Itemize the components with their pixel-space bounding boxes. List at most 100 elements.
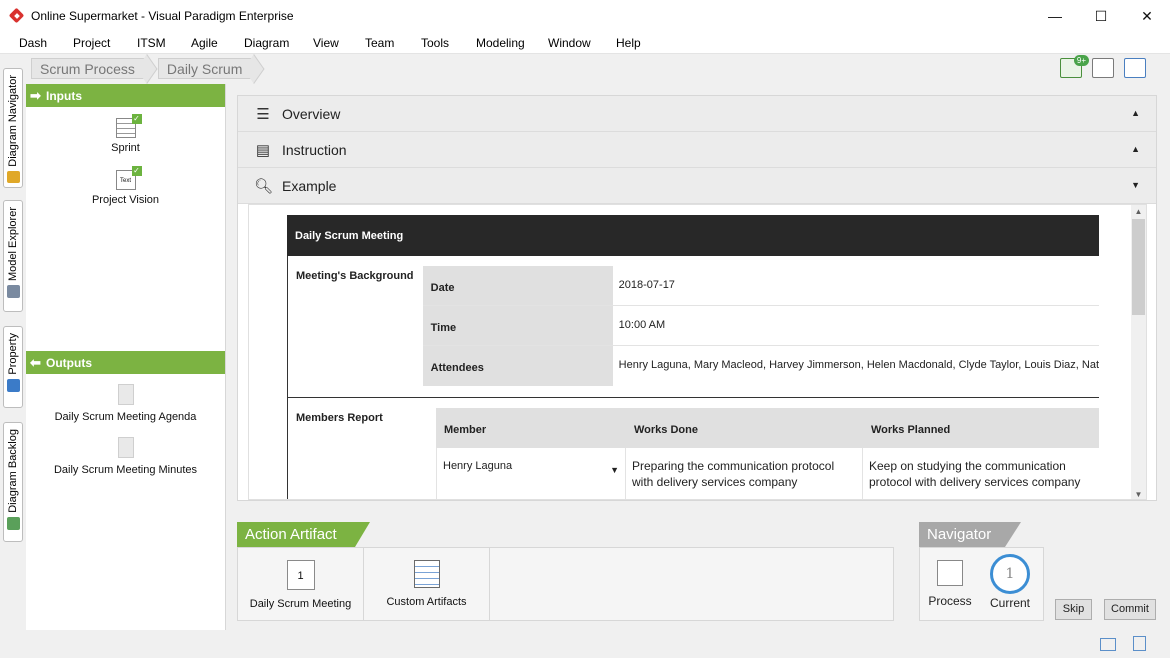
collapse-caret-icon[interactable]: ▲ [1131,108,1140,118]
mail-icon[interactable] [1100,638,1116,651]
input-project-vision[interactable]: Text ✓ Project Vision [26,166,225,206]
main-content: ☰ Overview ▲ ▤ Instruction ▲ 🔍︎ Example … [237,95,1157,501]
menu-modeling[interactable]: Modeling [476,36,525,50]
menu-itsm[interactable]: ITSM [137,36,166,50]
col-works-planned: Works Planned [871,424,951,436]
commit-button[interactable]: Commit [1104,599,1156,620]
background-label: Meeting's Background [296,270,414,282]
table-icon: ✓ [115,114,142,138]
process-label: Process [928,594,972,608]
scrollbar-thumb[interactable] [1132,219,1145,315]
instruction-icon: ▤ [255,141,271,159]
instruction-section[interactable]: ▤ Instruction ▲ [238,132,1156,168]
process-icon [937,560,963,586]
custom-artifacts-icon [413,560,440,588]
skip-button[interactable]: Skip [1055,599,1092,620]
scroll-up-icon[interactable]: ▲ [1131,207,1146,216]
tab-label: Diagram Backlog [7,429,19,513]
outputs-header: ⬅ Outputs [26,351,225,374]
section-label: Example [282,177,337,194]
scroll-down-icon[interactable]: ▼ [1131,490,1146,499]
date-key: Date [422,266,613,305]
col-works-done: Works Done [634,424,698,436]
document-icon [117,384,134,405]
text-doc-icon: Text ✓ [115,166,142,190]
members-label: Members Report [296,412,383,424]
col-member: Member [444,424,487,436]
megaphone-icon[interactable]: 9+ [1060,55,1089,78]
output-meeting-minutes[interactable]: Daily Scrum Meeting Minutes [26,437,225,476]
edit-document-icon[interactable] [1133,636,1146,651]
title-bar: Online Supermarket - Visual Paradigm Ent… [0,0,1170,32]
diagram-backlog-icon [6,516,20,530]
expand-caret-icon[interactable]: ▼ [1131,180,1140,190]
navigator-header: Navigator [919,522,1021,547]
action-label: Daily Scrum Meeting [249,598,352,610]
dropdown-arrow-icon[interactable]: ▼ [610,462,619,478]
check-icon: ✓ [131,114,142,124]
daily-scrum-meeting-table: Daily Scrum Meeting Meeting's Background… [287,215,1099,499]
vertical-scrollbar[interactable]: ▲ ▼ [1131,205,1146,499]
date-value: 2018-07-17 [618,279,675,291]
input-label: Project Vision [91,194,160,206]
table-row: Henry Laguna ▼ Preparing the communicati… [436,448,1099,499]
arrow-right-icon: ➡ [30,87,41,103]
tab-model-explorer[interactable]: Model Explorer [3,200,23,312]
menu-window[interactable]: Window [548,36,591,50]
tab-label: Model Explorer [7,207,19,281]
side-tab-strip: Diagram Navigator Model Explorer Propert… [0,54,25,658]
output-meeting-agenda[interactable]: Daily Scrum Meeting Agenda [26,384,225,423]
time-value: 10:00 AM [618,319,666,331]
menu-help[interactable]: Help [616,36,641,50]
menu-view[interactable]: View [313,36,339,50]
date-row: Date 2018-07-17 [422,266,1099,306]
notification-badge: 9+ [1073,55,1089,66]
inputs-title: Inputs [46,88,82,103]
overview-section[interactable]: ☰ Overview ▲ [238,96,1156,132]
menu-team[interactable]: Team [365,36,394,50]
layout-panel-icon[interactable] [1124,58,1146,78]
menu-agile[interactable]: Agile [191,36,218,50]
outputs-title: Outputs [46,355,92,370]
tab-label: Diagram Navigator [7,75,19,167]
maximize-button[interactable]: ☐ [1078,0,1124,32]
navigator-current[interactable]: 1 Current [980,548,1040,620]
attendees-key: Attendees [422,346,613,386]
menu-dash[interactable]: Dash [19,36,47,50]
collapse-caret-icon[interactable]: ▲ [1131,144,1140,154]
menu-project[interactable]: Project [73,36,110,50]
breadcrumb-scrum-process[interactable]: Scrum Process [31,58,146,79]
section-label: Instruction [282,141,347,158]
tab-diagram-navigator[interactable]: Diagram Navigator [3,68,23,188]
fit-diagram-icon[interactable] [1092,58,1114,78]
top-right-toolbar: 9+ [1060,55,1146,78]
navigator-panel: Process 1 Current [919,547,1044,621]
navigator-process[interactable]: Process [920,548,980,620]
action-label: Custom Artifacts [386,596,467,608]
action-artifact-header: Action Artifact [237,522,370,547]
menu-bar: Dash Project ITSM Agile Diagram View Tea… [0,32,1170,54]
member-select[interactable]: Henry Laguna ▼ [436,448,626,499]
members-header-row: Member Works Done Works Planned [436,408,1099,448]
section-label: Overview [282,105,341,122]
tab-property[interactable]: Property [3,326,23,408]
arrow-left-icon: ⬅ [30,354,41,370]
menu-tools[interactable]: Tools [421,36,449,50]
action-artifact-panel: 1 Daily Scrum Meeting Custom Artifacts [237,547,894,621]
tab-diagram-backlog[interactable]: Diagram Backlog [3,422,23,542]
meeting-background-row: Meeting's Background Date 2018-07-17 Tim… [287,256,1099,398]
current-step-icon: 1 [990,554,1030,594]
inputs-outputs-panel: ➡ Inputs ✓ Sprint Text ✓ Project Vision ⬅… [26,84,226,630]
tab-label: Property [7,333,19,375]
menu-diagram[interactable]: Diagram [244,36,289,50]
attendees-value: Henry Laguna, Mary Macleod, Harvey Jimme… [618,359,1099,371]
minimize-button[interactable]: — [1032,0,1078,32]
close-button[interactable]: ✕ [1124,0,1170,32]
example-section[interactable]: 🔍︎ Example ▼ [238,168,1156,204]
action-custom-artifacts[interactable]: Custom Artifacts [364,548,490,620]
input-sprint[interactable]: ✓ Sprint [26,114,225,154]
status-bar [0,630,1170,658]
action-daily-scrum-meeting[interactable]: 1 Daily Scrum Meeting [238,548,364,620]
input-label: Sprint [111,142,140,154]
breadcrumb-daily-scrum[interactable]: Daily Scrum [157,58,254,79]
